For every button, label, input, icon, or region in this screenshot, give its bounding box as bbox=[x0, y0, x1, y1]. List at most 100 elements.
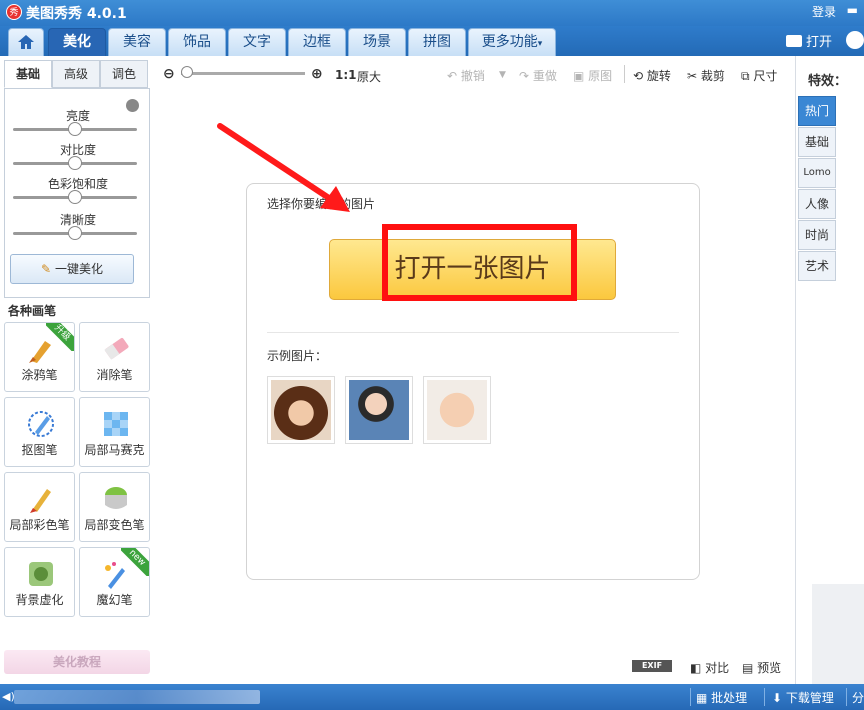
one-click-beautify-label: 一键美化 bbox=[54, 262, 103, 276]
exif-button[interactable]: EXIF bbox=[632, 660, 672, 672]
brightness-knob[interactable] bbox=[68, 122, 82, 136]
batch-process-button[interactable]: ▦ 批处理 bbox=[696, 689, 747, 706]
tool-label: 背景虚化 bbox=[15, 593, 64, 607]
new-badge: new bbox=[121, 548, 149, 576]
tab-text[interactable]: 文字 bbox=[228, 28, 286, 56]
effects-tab-art[interactable]: 艺术 bbox=[798, 251, 836, 281]
divider bbox=[267, 332, 679, 333]
minimize-icon[interactable]: ▬ bbox=[847, 3, 858, 17]
tool-color-pen[interactable]: 局部彩色笔 bbox=[4, 472, 75, 542]
tool-label: 局部马赛克 bbox=[84, 443, 145, 457]
tool-doodle-pen[interactable]: 升级 涂鸦笔 bbox=[4, 322, 75, 392]
preview-icon: ▤ bbox=[742, 661, 754, 675]
sharpness-knob[interactable] bbox=[68, 226, 82, 240]
tool-label: 抠图笔 bbox=[21, 443, 58, 457]
resize-icon: ⧉ bbox=[741, 69, 750, 83]
tool-cutout-pen[interactable]: 抠图笔 bbox=[4, 397, 75, 467]
home-tab[interactable] bbox=[8, 28, 44, 56]
subtab-advanced[interactable]: 高级 bbox=[52, 60, 100, 88]
preview-label: 预览 bbox=[757, 661, 782, 675]
app-logo-icon: 秀 bbox=[6, 4, 22, 20]
share-button[interactable]: 分 bbox=[852, 689, 864, 706]
status-divider bbox=[846, 688, 847, 706]
tool-label: 涂鸦笔 bbox=[21, 368, 58, 382]
zoom-knob[interactable] bbox=[181, 66, 193, 78]
compare-icon: ◧ bbox=[690, 661, 702, 675]
compare-button[interactable]: ◧ 对比 bbox=[690, 659, 729, 676]
undo-dropdown-icon[interactable]: ▼ bbox=[499, 70, 506, 80]
tool-label: 局部彩色笔 bbox=[9, 518, 70, 532]
tab-more-features[interactable]: 更多功能▾ bbox=[468, 28, 556, 56]
brightness-label: 亮度 bbox=[65, 109, 90, 123]
eraser-icon bbox=[104, 337, 129, 360]
tab-border[interactable]: 边框 bbox=[288, 28, 346, 56]
effects-tab-lomo[interactable]: Lomo bbox=[798, 158, 836, 188]
download-manager-button[interactable]: ⬇ 下载管理 bbox=[772, 689, 834, 706]
status-message bbox=[14, 690, 260, 704]
saturation-label: 色彩饱和度 bbox=[47, 177, 108, 191]
tab-more-label: 更多功能 bbox=[481, 34, 538, 50]
tool-label: 消除笔 bbox=[96, 368, 133, 382]
saturation-knob[interactable] bbox=[68, 190, 82, 204]
login-link[interactable]: 登录 bbox=[812, 3, 836, 20]
tab-facial[interactable]: 美容 bbox=[108, 28, 166, 56]
status-divider bbox=[764, 688, 765, 706]
tab-scene[interactable]: 场景 bbox=[348, 28, 406, 56]
annotation-highlight-box bbox=[382, 224, 577, 301]
rotate-button[interactable]: ⟲ 旋转 bbox=[633, 67, 671, 84]
tool-recolor-pen[interactable]: 局部变色笔 bbox=[79, 472, 150, 542]
contrast-knob[interactable] bbox=[68, 156, 82, 170]
redo-label: 重做 bbox=[532, 69, 557, 83]
tool-magic-pen[interactable]: new 魔幻笔 bbox=[79, 547, 150, 617]
tab-accessories[interactable]: 饰品 bbox=[168, 28, 226, 56]
tool-mosaic[interactable]: 局部马赛克 bbox=[79, 397, 150, 467]
original-image-button[interactable]: ▣ 原图 bbox=[573, 67, 612, 84]
subtab-basic[interactable]: 基础 bbox=[4, 60, 52, 88]
effects-tab-basic[interactable]: 基础 bbox=[798, 127, 836, 157]
subtab-color[interactable]: 调色 bbox=[100, 60, 148, 88]
resize-button[interactable]: ⧉ 尺寸 bbox=[741, 67, 777, 84]
undo-button[interactable]: ↶ 撤销 bbox=[447, 67, 485, 84]
preview-button[interactable]: ▤ 预览 bbox=[742, 659, 781, 676]
effects-panel-footer bbox=[812, 584, 864, 684]
sample-image-3[interactable] bbox=[423, 376, 491, 444]
effects-tab-popular[interactable]: 热门 bbox=[798, 96, 836, 126]
original-image-icon: ▣ bbox=[573, 69, 585, 83]
effects-tab-portrait[interactable]: 人像 bbox=[798, 189, 836, 219]
zoom-out-icon[interactable]: ⊖ bbox=[163, 66, 175, 82]
zoom-in-icon[interactable]: ⊕ bbox=[311, 66, 323, 82]
magic-wand-icon: ✎ bbox=[41, 262, 52, 276]
one-click-beautify-button[interactable]: ✎ 一键美化 bbox=[10, 254, 134, 284]
tool-eraser-pen[interactable]: 消除笔 bbox=[79, 322, 150, 392]
sound-icon[interactable]: ◀) bbox=[2, 690, 15, 703]
original-size-button[interactable]: 原大 bbox=[357, 68, 381, 85]
compare-label: 对比 bbox=[705, 661, 730, 675]
undo-label: 撤销 bbox=[460, 69, 485, 83]
adjust-subtabs: 基础 高级 调色 bbox=[4, 60, 150, 88]
upgrade-badge: 升级 bbox=[46, 323, 74, 351]
original-image-label: 原图 bbox=[588, 69, 613, 83]
download-label: 下载管理 bbox=[785, 691, 834, 705]
redo-button[interactable]: ↷ 重做 bbox=[519, 67, 557, 84]
crop-button[interactable]: ✂ 裁剪 bbox=[687, 67, 725, 84]
tutorial-button[interactable]: 美化教程 bbox=[4, 650, 150, 674]
choose-image-label: 选择你要编辑的图片 bbox=[267, 197, 376, 211]
mosaic-icon bbox=[104, 412, 128, 436]
effects-tab-fashion[interactable]: 时尚 bbox=[798, 220, 836, 250]
sample-image-1[interactable] bbox=[267, 376, 335, 444]
tool-label: 局部变色笔 bbox=[84, 518, 145, 532]
tab-beautify[interactable]: 美化 bbox=[48, 28, 106, 56]
samples-label: 示例图片： bbox=[267, 349, 328, 363]
rotate-label: 旋转 bbox=[646, 69, 671, 83]
zoom-slider[interactable] bbox=[181, 72, 305, 75]
tab-collage[interactable]: 拼图 bbox=[408, 28, 466, 56]
open-button[interactable]: 打开 bbox=[786, 31, 832, 50]
folder-icon bbox=[786, 35, 802, 47]
contrast-label: 对比度 bbox=[59, 143, 96, 157]
batch-icon: ▦ bbox=[696, 691, 708, 705]
more-options-icon[interactable] bbox=[846, 31, 864, 49]
sample-image-2[interactable] bbox=[345, 376, 413, 444]
tool-background-blur[interactable]: 背景虚化 bbox=[4, 547, 75, 617]
tool-badge: new bbox=[121, 548, 149, 576]
sample-photo bbox=[349, 380, 409, 440]
